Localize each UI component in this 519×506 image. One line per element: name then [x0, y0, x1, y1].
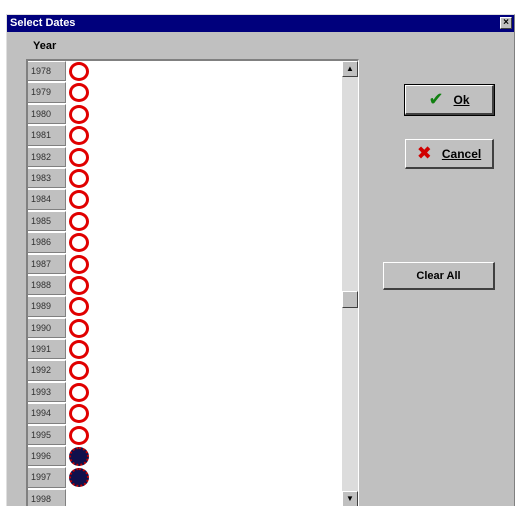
year-label: 1990: [28, 317, 66, 339]
year-label: 1986: [28, 232, 66, 253]
year-label: 1984: [28, 189, 66, 210]
list-item[interactable]: 1981: [28, 125, 343, 146]
list-item[interactable]: 1983: [28, 167, 343, 189]
select-dates-dialog: Select Dates × Year 1978 1979 1980 1981 1982…: [6, 14, 515, 506]
circle-icon[interactable]: [69, 233, 89, 253]
circle-icon[interactable]: [69, 254, 89, 274]
cancel-button-label: Cancel: [441, 146, 482, 161]
ok-button[interactable]: ✔ Ok: [404, 84, 495, 116]
year-label: 1981: [28, 125, 66, 146]
circle-icon[interactable]: [69, 147, 89, 167]
circle-icon[interactable]: [69, 126, 89, 146]
list-item[interactable]: 1979: [28, 82, 343, 103]
year-label: 1979: [28, 82, 66, 103]
circle-icon[interactable]: [69, 340, 89, 360]
list-item[interactable]: 1978: [28, 61, 343, 82]
x-icon: ✖: [416, 143, 432, 163]
year-label: 1995: [28, 424, 66, 446]
list-item[interactable]: 1996: [28, 446, 343, 467]
close-button[interactable]: ×: [500, 17, 512, 29]
list-item[interactable]: 1984: [28, 189, 343, 210]
circle-icon[interactable]: [69, 297, 89, 317]
list-item[interactable]: 1992: [28, 360, 343, 381]
check-icon: ✔: [428, 89, 444, 109]
circle-icon[interactable]: [69, 382, 89, 402]
list-item[interactable]: 1991: [28, 339, 343, 360]
ok-button-label: Ok: [453, 92, 470, 107]
list-item[interactable]: 1990: [28, 317, 343, 339]
year-label: 1988: [28, 274, 66, 296]
circle-icon[interactable]: [69, 62, 89, 81]
scroll-down-arrow-icon[interactable]: ▼: [342, 491, 358, 506]
year-label: 1994: [28, 403, 66, 424]
year-label: 1987: [28, 253, 66, 274]
year-label: 1993: [28, 381, 66, 403]
year-label: 1989: [28, 296, 66, 317]
year-label: 1980: [28, 103, 66, 125]
title-bar: Select Dates ×: [7, 15, 514, 32]
list-item[interactable]: 1997: [28, 467, 343, 488]
window-title: Select Dates: [10, 17, 76, 29]
year-label: 1997: [28, 467, 66, 488]
circle-icon[interactable]: [69, 318, 89, 338]
list-item[interactable]: 1986: [28, 232, 343, 253]
list-item[interactable]: 1989: [28, 296, 343, 317]
year-label: 1985: [28, 210, 66, 232]
year-label: 1983: [28, 167, 66, 189]
cancel-button[interactable]: ✖ Cancel: [405, 139, 494, 169]
year-column-header: Year: [33, 40, 57, 52]
close-icon: ×: [503, 17, 509, 28]
scroll-up-arrow-icon[interactable]: ▲: [342, 61, 358, 77]
list-item[interactable]: 1994: [28, 403, 343, 424]
circle-icon[interactable]: [69, 190, 89, 210]
year-label: 1991: [28, 339, 66, 360]
circle-icon[interactable]: [69, 490, 89, 506]
circle-icon[interactable]: [69, 425, 89, 445]
list-item[interactable]: 1993: [28, 381, 343, 403]
circle-icon[interactable]: [69, 168, 89, 188]
circle-icon[interactable]: [69, 468, 89, 488]
circle-icon[interactable]: [69, 83, 89, 103]
list-item[interactable]: 1985: [28, 210, 343, 232]
list-item[interactable]: 1988: [28, 274, 343, 296]
year-label: 1992: [28, 360, 66, 381]
list-item[interactable]: 1998: [28, 488, 343, 506]
year-rows: 1978 1979 1980 1981 1982 1983 1984 1985 1986 1987…: [28, 61, 343, 506]
year-listbox[interactable]: 1978 1979 1980 1981 1982 1983 1984 1985 1986 1987…: [26, 59, 359, 506]
list-item[interactable]: 1987: [28, 253, 343, 275]
circle-icon[interactable]: [69, 361, 89, 381]
list-item[interactable]: 1980: [28, 103, 343, 125]
list-item[interactable]: 1995: [28, 424, 343, 446]
circle-icon[interactable]: [69, 275, 89, 295]
year-label: 1998: [28, 488, 66, 506]
list-item[interactable]: 1982: [28, 146, 343, 168]
clear-all-button[interactable]: Clear All: [383, 262, 495, 290]
clear-all-button-label: Clear All: [416, 269, 461, 282]
year-label: 1978: [28, 61, 66, 82]
circle-icon[interactable]: [69, 404, 89, 424]
scrollbar-thumb[interactable]: [342, 291, 358, 309]
circle-icon[interactable]: [69, 211, 89, 231]
year-label: 1982: [28, 146, 66, 167]
circle-icon[interactable]: [69, 104, 89, 124]
vertical-scrollbar[interactable]: ▲ ▼: [342, 61, 358, 506]
circle-icon[interactable]: [69, 447, 89, 467]
year-label: 1996: [28, 446, 66, 467]
